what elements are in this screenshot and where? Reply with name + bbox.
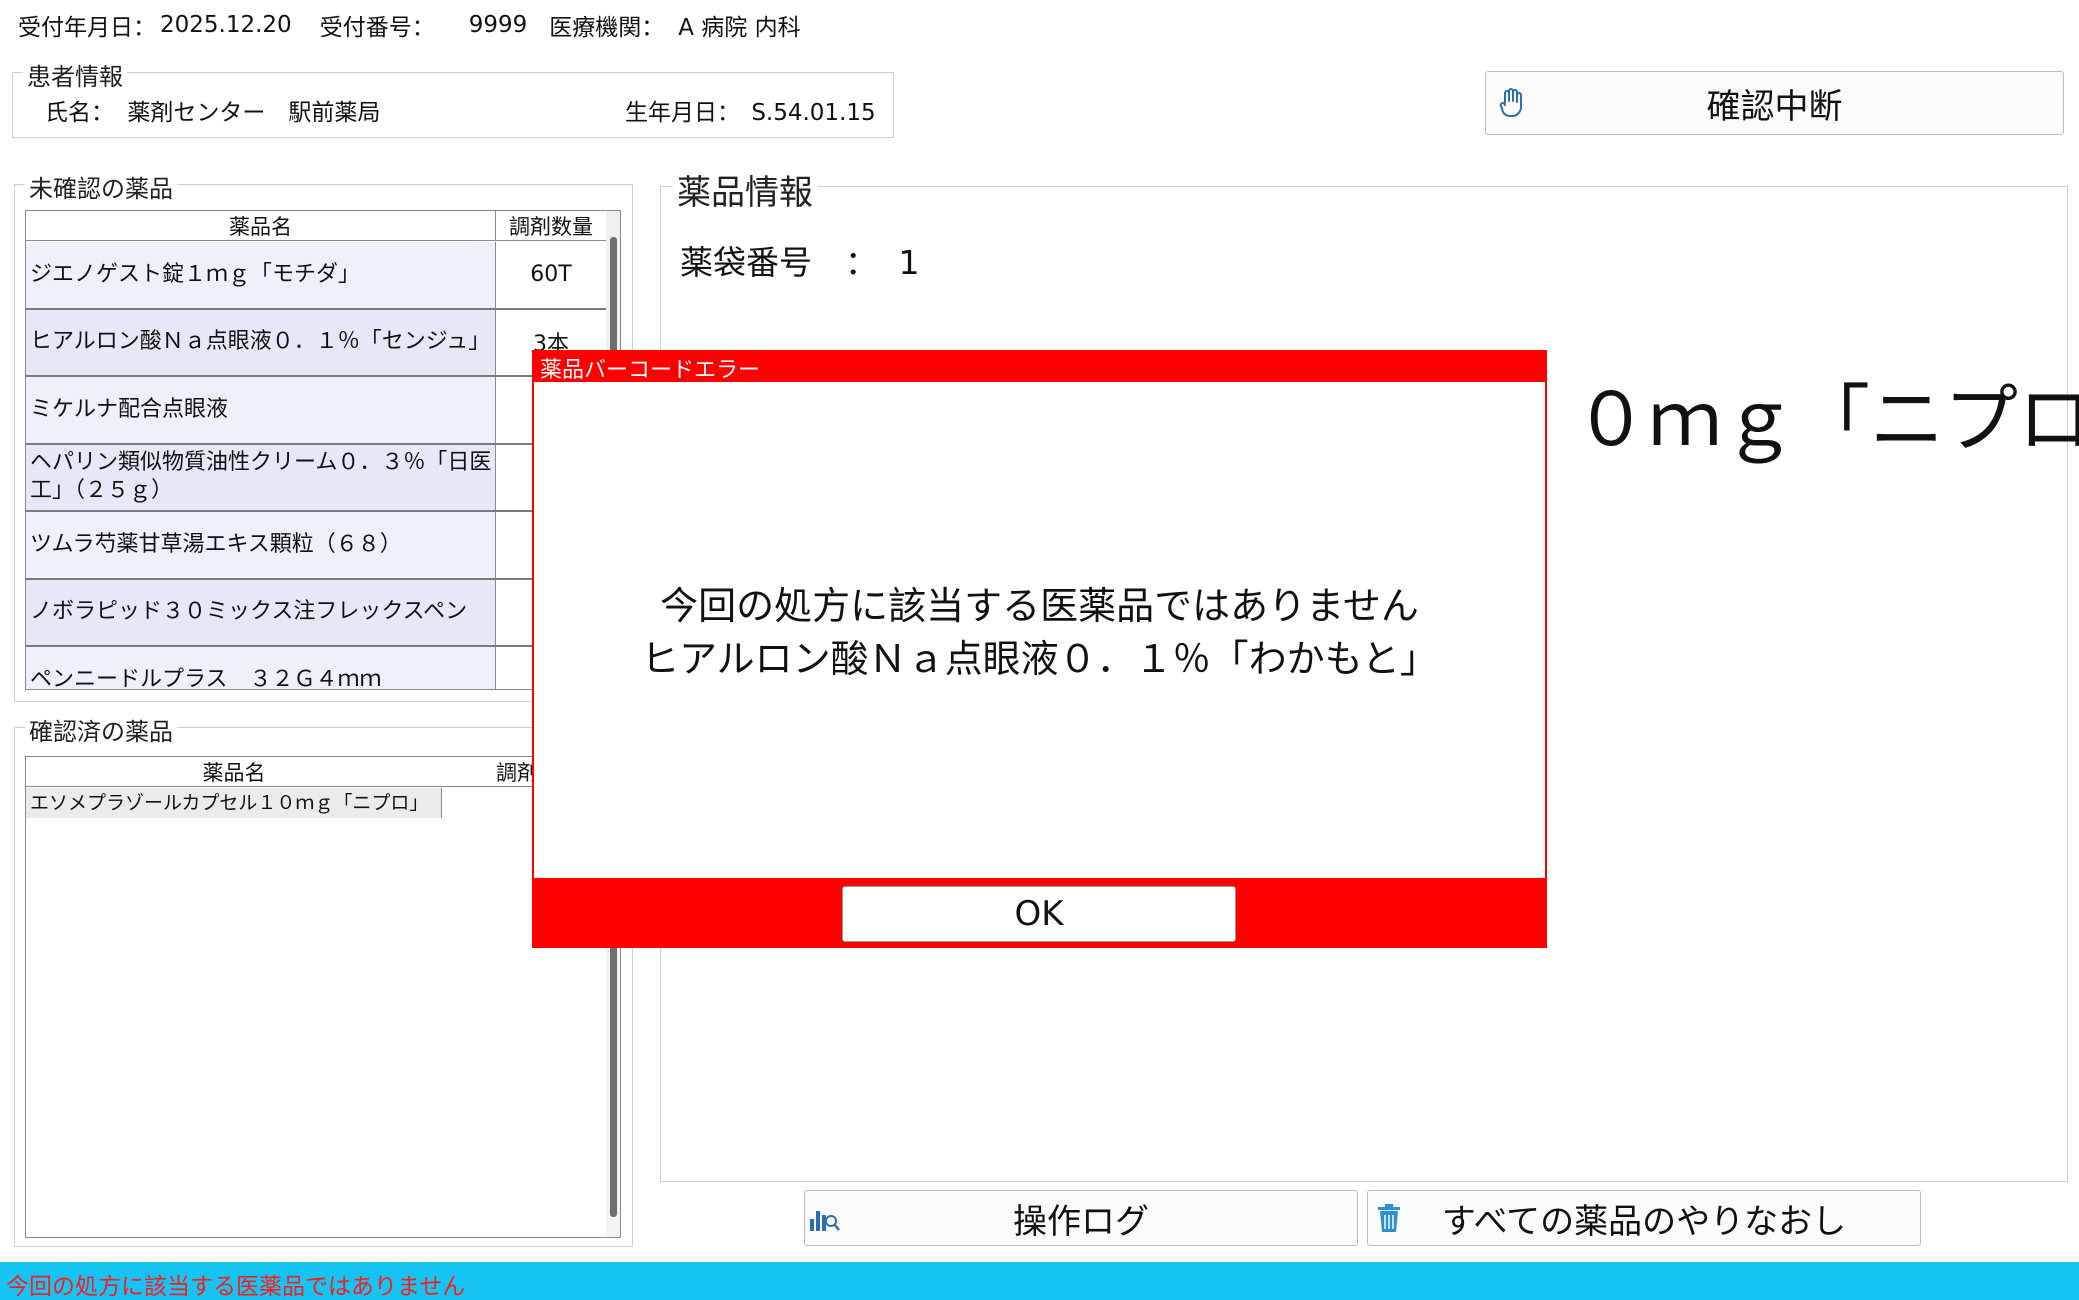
dialog-title: 薬品バーコードエラー xyxy=(540,358,761,383)
pause-confirmation-button[interactable]: 確認中断 xyxy=(1485,71,2064,135)
hand-icon xyxy=(1499,88,1522,118)
dialog-message-line1: 今回の処方に該当する医薬品ではありません xyxy=(660,584,1419,628)
reset-all-label: すべての薬品のやりなおし xyxy=(1441,1201,1847,1242)
bag-number: 薬袋番号 ： 1 xyxy=(680,236,920,284)
barcode-error-dialog: 薬品バーコードエラー 今回の処方に該当する医薬品ではありません ヒアルロン酸Ｎａ… xyxy=(532,350,1547,948)
table-header: 薬品名 調剤 xyxy=(26,757,620,787)
drug-name-cell: ノボラピッド３０ミックス注フレックスペン xyxy=(26,579,496,645)
ok-button[interactable]: OK xyxy=(842,886,1236,942)
birthdate-label: 生年月日： xyxy=(625,100,740,126)
reset-all-drugs-button[interactable]: すべての薬品のやりなおし xyxy=(1367,1190,1921,1246)
patient-info-legend: 患者情報 xyxy=(23,57,127,92)
table-row[interactable]: ミケルナ配合点眼液 xyxy=(26,377,606,445)
operation-log-label: 操作ログ xyxy=(1013,1201,1149,1242)
reception-date-label: 受付年月日： xyxy=(18,15,156,41)
drug-name-cell: ミケルナ配合点眼液 xyxy=(26,377,496,443)
status-message: 今回の処方に該当する医薬品ではありません xyxy=(6,1274,466,1300)
patient-birthdate: 生年月日： S.54.01.15 xyxy=(625,93,876,127)
reception-header: 受付年月日： 2025.12.20 受付番号： 9999 医療機関： A 病院 … xyxy=(18,8,801,42)
column-header-quantity[interactable]: 調剤数量 xyxy=(496,211,606,241)
operation-log-button[interactable]: 操作ログ xyxy=(804,1190,1358,1246)
unconfirmed-drugs-legend: 未確認の薬品 xyxy=(25,169,177,204)
drug-name-cell: ペンニードルプラス ３２Ｇ４ｍｍ xyxy=(26,647,496,689)
patient-name-value: 薬剤センター 駅前薬局 xyxy=(127,100,381,126)
table-row[interactable]: ツムラ芍薬甘草湯エキス顆粒（６８）6 xyxy=(26,512,606,580)
drug-name-cell: ツムラ芍薬甘草湯エキス顆粒（６８） xyxy=(26,512,496,578)
table-header: 薬品名 調剤数量 xyxy=(26,211,620,241)
drug-name-cell: ヒアルロン酸Ｎａ点眼液０．１％「センジュ」 xyxy=(26,309,496,375)
trash-icon xyxy=(1378,1204,1400,1232)
table-row[interactable]: ペンニードルプラス ３２Ｇ４ｍｍ7 xyxy=(26,647,606,689)
facility-label: 医療機関： xyxy=(549,15,665,41)
bag-number-value: 1 xyxy=(898,243,920,282)
table-row[interactable]: ヒアルロン酸Ｎａ点眼液０．１％「センジュ」 3本 xyxy=(26,309,606,377)
drug-name-cell: ヘパリン類似物質油性クリーム０．３％「日医工」（２５ｇ） xyxy=(26,444,496,510)
column-header-drug-name[interactable]: 薬品名 xyxy=(26,211,496,241)
quantity-cell: 60T xyxy=(496,242,606,308)
pause-button-label: 確認中断 xyxy=(1706,86,1843,127)
dialog-message: 今回の処方に該当する医薬品ではありません ヒアルロン酸Ｎａ点眼液０．１％「わかも… xyxy=(532,580,1547,686)
patient-name: 氏名： 薬剤センター 駅前薬局 xyxy=(45,93,380,127)
confirmed-drugs-legend: 確認済の薬品 xyxy=(25,712,177,747)
drug-name-cell: ジエノゲスト錠１ｍｇ「モチダ」 xyxy=(26,242,496,308)
current-drug-name: ０ｍｇ「ニプロ」 xyxy=(1574,377,2079,463)
birthdate-value: S.54.01.15 xyxy=(751,100,876,126)
column-header-drug-name[interactable]: 薬品名 xyxy=(26,757,442,787)
facility-value: A 病院 内科 xyxy=(678,15,801,41)
status-bar: 今回の処方に該当する医薬品ではありません xyxy=(0,1262,2079,1300)
table-row[interactable]: エソメプラゾールカプセル１０ｍｇ「ニプロ」 xyxy=(26,788,606,818)
patient-name-label: 氏名： xyxy=(45,100,114,126)
table-row[interactable]: ノボラピッド３０ミックス注フレックスペン7 xyxy=(26,579,606,647)
patient-info-group: 患者情報 氏名： 薬剤センター 駅前薬局 生年月日： S.54.01.15 xyxy=(12,57,894,138)
reception-date-value: 2025.12.20 xyxy=(160,12,292,38)
drug-name-cell: エソメプラゾールカプセル１０ｍｇ「ニプロ」 xyxy=(26,788,442,818)
dialog-message-line2: ヒアルロン酸Ｎａ点眼液０．１％「わかもと」 xyxy=(641,637,1438,681)
drug-info-legend: 薬品情報 xyxy=(673,165,817,214)
table-row[interactable]: ヘパリン類似物質油性クリーム０．３％「日医工」（２５ｇ） xyxy=(26,444,606,512)
bag-number-label: 薬袋番号 ： xyxy=(680,243,878,282)
table-row[interactable]: ジエノゲスト錠１ｍｇ「モチダ」 60T xyxy=(26,242,606,310)
bar-chart-search-icon xyxy=(810,1211,840,1231)
reception-number-label: 受付番号： xyxy=(319,15,435,41)
reception-number-value: 9999 xyxy=(468,12,528,38)
